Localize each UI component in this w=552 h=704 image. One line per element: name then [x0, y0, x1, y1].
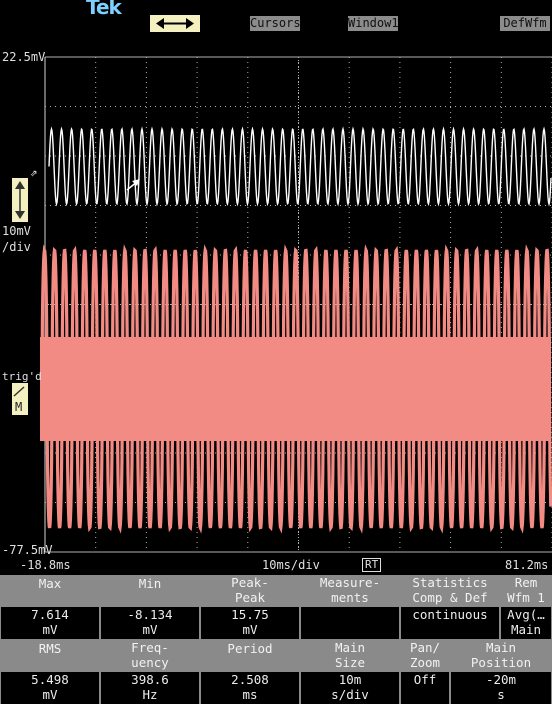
ch1-waveform-trace	[48, 126, 552, 207]
measurement-value-text: mV	[242, 622, 258, 637]
measurement-value-0-2: 15.75 mV	[201, 607, 299, 639]
trigger-status: trig'd	[2, 370, 42, 383]
time-per-division: 10ms/div	[262, 558, 320, 572]
measurement-cell-divider	[399, 575, 401, 639]
svg-text:⇗: ⇗	[30, 165, 37, 179]
measurement-cell-divider	[299, 575, 301, 639]
measurement-header-text: Wfm 1	[507, 590, 545, 605]
measurement-header-text: Rem	[514, 575, 538, 590]
measurement-header-text: Period	[227, 641, 273, 656]
math-marker-label: M	[15, 400, 23, 414]
measurement-value-text: 15.75	[231, 607, 269, 622]
measurement-value-text: Avg(…	[507, 607, 545, 622]
measurement-value-text: s/div	[331, 687, 369, 702]
measurement-cell-divider	[299, 640, 301, 704]
measurement-value-1-5: -20m s	[451, 672, 551, 704]
measurement-header-text: Peak-	[231, 575, 269, 590]
measurement-value-0-4: continuous	[401, 607, 499, 639]
measurement-value-text: 398.6	[131, 672, 169, 687]
measurement-header-text: Comp & Def	[412, 590, 488, 605]
measurement-value-text: mV	[142, 622, 158, 637]
measurement-header-0-3[interactable]: Measure-ments	[301, 575, 399, 607]
measurement-header-0-2[interactable]: Peak- Peak	[201, 575, 299, 607]
measurement-header-0-5[interactable]: Rem Wfm 1	[501, 575, 551, 607]
window1-menu[interactable]: Window1	[348, 16, 399, 31]
measurement-value-text: Off	[413, 672, 437, 687]
measurement-header-text: Statistics	[412, 575, 488, 590]
vertical-scale-control[interactable]	[12, 178, 28, 222]
measurement-header-0-1[interactable]: Min	[101, 575, 199, 607]
measurement-value-0-3	[301, 607, 399, 639]
ch1-reference-marker: ⇗	[30, 165, 37, 179]
measurement-value-0-0: 7.614 mV	[1, 607, 99, 639]
measurement-cell-divider	[99, 575, 101, 639]
measurement-header-text: Min	[138, 576, 162, 591]
measurement-value-text: ms	[242, 687, 258, 702]
measurement-header-text: Measure-	[319, 575, 381, 590]
measurement-value-1-0: 5.498 mV	[1, 672, 99, 704]
measurement-value-text: 7.614	[31, 607, 69, 622]
measurement-header-text: Main	[334, 640, 366, 655]
measurement-value-text: Main	[510, 622, 542, 637]
measurement-value-text: 2.508	[231, 672, 269, 687]
bottom-voltage-label: -77.5mV	[2, 543, 53, 557]
measurement-cell-divider	[399, 640, 401, 704]
scale-value: 10mV	[2, 224, 31, 238]
measurement-value-1-4: Off	[401, 672, 449, 704]
measurement-cell-divider	[99, 640, 101, 704]
measurement-header-text: Max	[38, 576, 62, 591]
measurement-value-0-1: -8.134 mV	[101, 607, 199, 639]
time-start-label: -18.8ms	[20, 558, 71, 572]
measurement-value-text: Hz	[142, 687, 158, 702]
double-arrow-icon	[156, 18, 194, 29]
measurement-cell-divider	[199, 575, 201, 639]
brand-logo: Tek	[86, 0, 122, 19]
measurement-header-text: Position	[470, 655, 532, 670]
measurement-value-0-5: Avg(… Main	[501, 607, 551, 639]
measurement-value-1-2: 2.508 ms	[201, 672, 299, 704]
measurement-header-text: Freq-	[131, 640, 169, 655]
measurement-header-text: Size	[334, 655, 366, 670]
measurement-value-1-3: 10m s/div	[301, 672, 399, 704]
measurement-header-text: ments	[331, 590, 369, 605]
measurement-header-1-5[interactable]: Main Position	[451, 640, 551, 672]
measurement-header-text: uency	[131, 655, 169, 670]
measurement-header-0-0[interactable]: Max	[1, 575, 99, 607]
measurement-header-1-3[interactable]: Main Size	[301, 640, 399, 672]
top-voltage-label: 22.5mV	[2, 50, 46, 64]
measurement-value-1-1: 398.6 Hz	[101, 672, 199, 704]
measurement-cell-divider	[0, 640, 1, 704]
measurement-header-text: Peak	[234, 590, 266, 605]
horizontal-pan-button[interactable]	[150, 15, 200, 32]
measurement-header-1-4[interactable]: Pan/Zoom	[401, 640, 449, 672]
cursors-menu[interactable]: Cursors	[250, 16, 301, 31]
rt-badge: RT	[362, 558, 382, 572]
measurement-cell-divider	[499, 575, 501, 639]
measurement-header-text: Zoom	[409, 655, 441, 670]
measurement-header-0-4[interactable]: Statistics Comp & Def	[401, 575, 499, 607]
measurement-header-1-0[interactable]: RMS	[1, 640, 99, 672]
measurement-header-1-2[interactable]: Period	[201, 640, 299, 672]
measurement-cell-divider	[199, 640, 201, 704]
measurement-header-1-1[interactable]: Freq-uency	[101, 640, 199, 672]
measurement-header-text: RMS	[38, 641, 62, 656]
defwfm-menu[interactable]: DefWfm	[500, 16, 550, 31]
waveform-display: ⇗	[12, 56, 552, 553]
measurement-value-text: 5.498	[31, 672, 69, 687]
measurement-cell-divider	[449, 640, 451, 704]
measurement-row-separator	[0, 639, 552, 640]
measurement-header-text: Main	[485, 640, 517, 655]
measurement-header-text: Pan/	[409, 640, 441, 655]
measurement-value-text: -8.134	[127, 607, 173, 622]
measurement-cell-divider	[0, 575, 1, 639]
time-end-label: 81.2ms	[505, 558, 549, 572]
measurement-value-text: s	[497, 687, 505, 702]
measurement-value-text: continuous	[412, 607, 488, 622]
measurement-value-text: mV	[42, 622, 58, 637]
measurement-value-text: 10m	[338, 672, 362, 687]
scale-unit: /div	[2, 240, 31, 254]
measurement-value-text: -20m	[485, 672, 517, 687]
measurement-value-text: mV	[42, 687, 58, 702]
